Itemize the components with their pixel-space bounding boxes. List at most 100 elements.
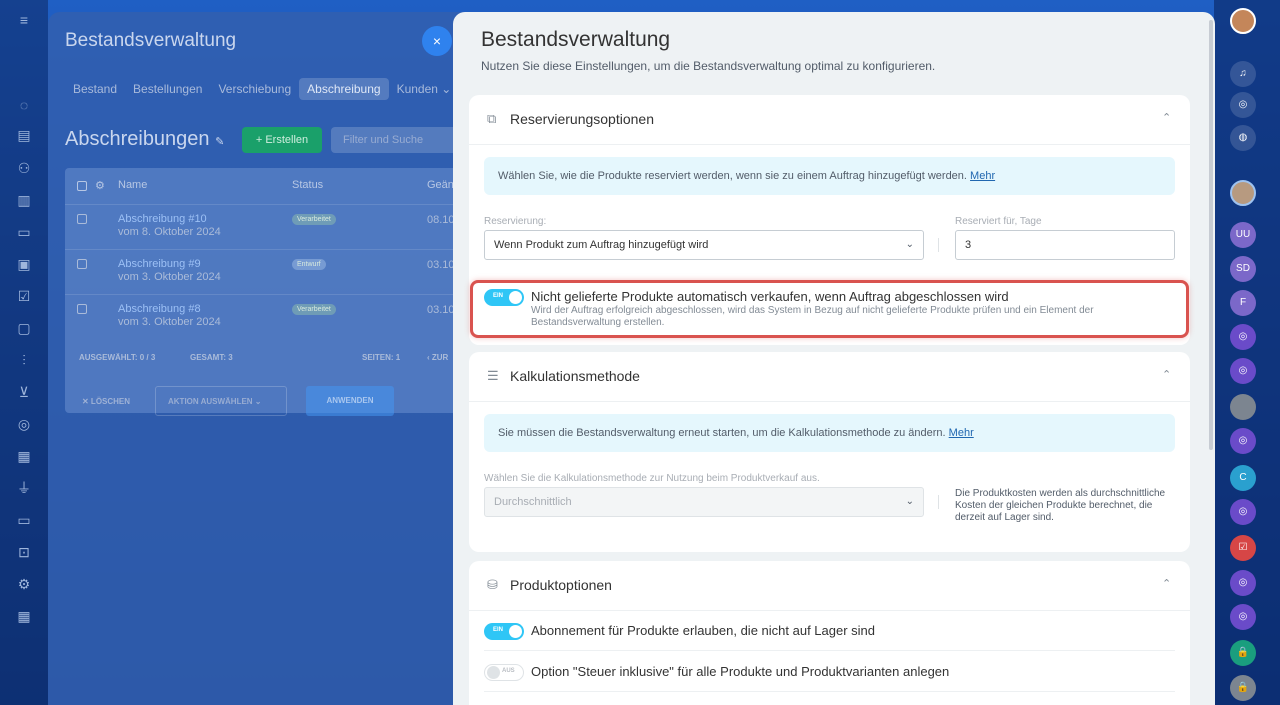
tab-kunden[interactable]: Kunden ⌄	[389, 78, 460, 100]
row-name-link[interactable]: Abschreibung #8	[118, 303, 201, 315]
subscription-toggle[interactable]: EIN	[484, 623, 524, 640]
choose-action-dropdown[interactable]: AKTION AUSWÄHLEN ⌄	[155, 386, 287, 416]
tax-inclusive-label: Option "Steuer inklusive" für alle Produ…	[531, 664, 950, 679]
chevron-up-icon[interactable]: ⌃	[1162, 368, 1171, 381]
reservation-select[interactable]: Wenn Produkt zum Auftrag hinzugefügt wir…	[484, 230, 924, 260]
calendar-icon[interactable]: ▦	[14, 606, 34, 626]
row-checkbox[interactable]	[77, 214, 87, 224]
car-icon[interactable]: ⊡	[14, 542, 34, 562]
lock-icon[interactable]: 🔒	[1230, 675, 1256, 701]
method-select: Durchschnittlich ⌄	[484, 487, 924, 517]
edit-icon[interactable]: ✎	[215, 136, 224, 148]
status-badge: Entwurf	[292, 259, 326, 270]
search-chat-icon[interactable]: ◍	[1230, 125, 1256, 151]
bell-icon[interactable]: ♫	[1230, 61, 1256, 87]
chevron-down-icon: ⌄	[905, 496, 914, 507]
prev-page-link[interactable]: ‹ ZUR	[427, 353, 448, 362]
page-heading: Abschreibungen ✎	[65, 128, 225, 150]
method-label: Wählen Sie die Kalkulationsmethode zur N…	[484, 473, 820, 484]
total-count: GESAMT: 3	[190, 353, 233, 362]
contact-avatar[interactable]: SD	[1230, 256, 1256, 282]
reserve-days-input[interactable]: 3	[955, 230, 1175, 260]
divider	[938, 495, 939, 509]
chat-icon[interactable]: ◎	[1230, 324, 1256, 350]
tab-bestand[interactable]: Bestand	[65, 78, 125, 100]
payments-icon[interactable]: ▭	[14, 222, 34, 242]
status-badge: Verarbeitet	[292, 304, 336, 315]
chat-icon[interactable]: ◎	[1230, 358, 1256, 384]
documents-icon[interactable]: ▥	[14, 190, 34, 210]
table-row[interactable]: Abschreibung #10 vom 8. Oktober 2024 Ver…	[65, 204, 478, 248]
table-row[interactable]: Abschreibung #8 vom 3. Oktober 2024 Vera…	[65, 294, 478, 338]
chat-icon[interactable]: ◎	[1230, 499, 1256, 525]
contact-avatar[interactable]	[1230, 180, 1256, 206]
product-options-title: Produktoptionen	[510, 577, 612, 593]
chat-icon[interactable]: ▢	[14, 318, 34, 338]
activity-icon[interactable]: ◌	[14, 95, 34, 115]
close-button[interactable]: ×	[422, 26, 452, 56]
chat-icon[interactable]: ◎	[1230, 570, 1256, 596]
inventory-icon[interactable]: ▦	[14, 446, 34, 466]
column-header-name[interactable]: Name	[118, 179, 147, 191]
checklist-icon[interactable]: ☑	[14, 286, 34, 306]
column-header-changed[interactable]: Geän	[427, 179, 454, 191]
row-changed: 03.10	[427, 304, 455, 316]
chevron-up-icon[interactable]: ⌃	[1162, 577, 1171, 590]
auto-sell-description: Wird der Auftrag erfolgreich abgeschloss…	[531, 305, 1094, 328]
reserve-days-label: Reserviert für, Tage	[955, 216, 1042, 227]
user-avatar[interactable]	[1230, 8, 1256, 34]
table-row[interactable]: Abschreibung #9 vom 3. Oktober 2024 Entw…	[65, 249, 478, 293]
chat-icon[interactable]: ◎	[1230, 428, 1256, 454]
more-link[interactable]: Mehr	[970, 170, 995, 182]
cart-icon[interactable]: ⊻	[14, 382, 34, 402]
delete-action[interactable]: ✕ LÖSCHEN	[82, 397, 130, 406]
subscription-label: Abonnement für Produkte erlauben, die ni…	[531, 623, 876, 638]
chat-icon[interactable]: ◎	[1230, 604, 1256, 630]
auto-sell-toggle[interactable]: EIN	[484, 289, 524, 306]
reservation-card-header[interactable]: ⧉ Reservierungsoptionen ⌃	[469, 95, 1190, 145]
tasks-icon[interactable]: ▤	[14, 125, 34, 145]
pages-count: SEITEN: 1	[362, 353, 401, 362]
row-name-link[interactable]: Abschreibung #10	[118, 213, 207, 225]
analytics-icon[interactable]: ⫶	[14, 350, 34, 370]
apply-button[interactable]: ANWENDEN	[306, 386, 394, 416]
chevron-down-icon: ⌄	[905, 239, 914, 250]
task-icon[interactable]: ☑	[1230, 535, 1256, 561]
contact-avatar[interactable]	[1230, 394, 1256, 420]
create-button[interactable]: + Erstellen	[242, 127, 322, 153]
sales-icon[interactable]: ◎	[14, 414, 34, 434]
contact-avatar[interactable]: C	[1230, 465, 1256, 491]
tab-abschreibung[interactable]: Abschreibung	[299, 78, 389, 100]
contact-avatar[interactable]: UU	[1230, 222, 1256, 248]
reservation-title: Reservierungsoptionen	[510, 111, 654, 127]
lock-icon[interactable]: 🔒	[1230, 640, 1256, 666]
settings-gear-icon[interactable]: ⚙	[95, 179, 105, 192]
method-description: Die Produktkosten werden als durchschnit…	[955, 488, 1166, 523]
contacts-icon[interactable]: ⚇	[14, 158, 34, 178]
toggle-knob	[509, 625, 522, 638]
tax-inclusive-toggle[interactable]: AUS	[484, 664, 524, 681]
filter-icon[interactable]: ⏚	[14, 478, 34, 498]
more-link[interactable]: Mehr	[949, 427, 974, 439]
select-all-checkbox[interactable]	[77, 181, 87, 191]
tab-verschiebung[interactable]: Verschiebung	[210, 78, 299, 100]
scrollbar[interactable]	[1209, 20, 1213, 450]
row-checkbox[interactable]	[77, 304, 87, 314]
contact-avatar[interactable]: F	[1230, 290, 1256, 316]
monitor-icon[interactable]: ▣	[14, 254, 34, 274]
row-checkbox[interactable]	[77, 259, 87, 269]
tab-bestellungen[interactable]: Bestellungen	[125, 78, 210, 100]
mail-icon[interactable]: ▭	[14, 510, 34, 530]
panel-title: Bestandsverwaltung	[481, 28, 671, 51]
settings-icon[interactable]: ⚙	[14, 574, 34, 594]
calculation-card-header[interactable]: ☰ Kalkulationsmethode ⌃	[469, 352, 1190, 402]
product-options-header[interactable]: ⛁ Produktoptionen ⌃	[469, 561, 1190, 611]
target-icon[interactable]: ◎	[1230, 92, 1256, 118]
list-icon: ☰	[487, 368, 499, 383]
menu-icon[interactable]: ≡	[14, 10, 34, 30]
calculation-title: Kalkulationsmethode	[510, 368, 640, 384]
row-name-link[interactable]: Abschreibung #9	[118, 258, 201, 270]
settings-panel: Bestandsverwaltung Nutzen Sie diese Eins…	[453, 12, 1215, 705]
column-header-status[interactable]: Status	[292, 179, 323, 191]
chevron-up-icon[interactable]: ⌃	[1162, 111, 1171, 124]
